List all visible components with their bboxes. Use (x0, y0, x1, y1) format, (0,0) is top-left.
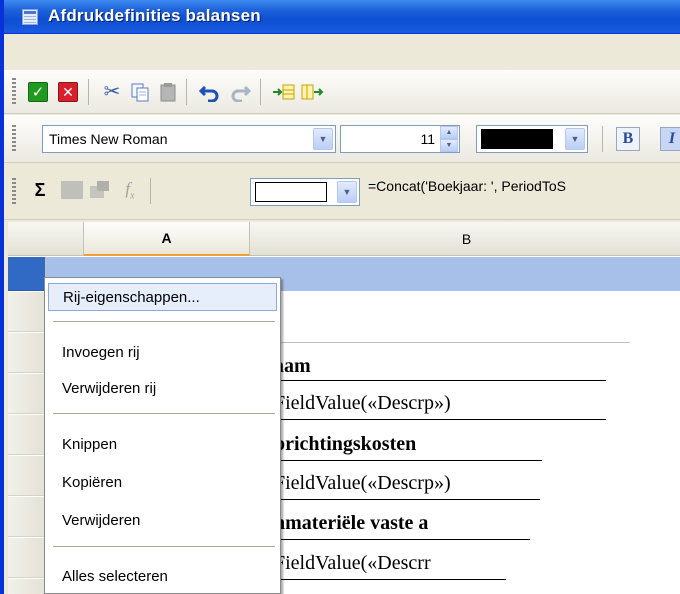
chevron-down-icon[interactable]: ▼ (313, 128, 333, 150)
row-header[interactable] (8, 497, 46, 537)
row-header-selected[interactable] (8, 257, 46, 291)
chevron-down-icon[interactable]: ▼ (565, 128, 585, 150)
row-header[interactable] (8, 579, 46, 594)
color-swatch (481, 129, 553, 149)
font-family-select[interactable]: Times New Roman ▼ (42, 125, 336, 153)
title-bar[interactable]: Afdrukdefinities balansen (4, 0, 680, 34)
row-header[interactable] (8, 292, 46, 332)
ok-button[interactable]: ✓ (26, 80, 50, 104)
print-definitions-window: Afdrukdefinities balansen ✓ ✕ ✂ Times Ne… (0, 0, 680, 594)
cell-underline (270, 539, 530, 540)
toolbar-separator (260, 79, 261, 105)
cancel-button[interactable]: ✕ (56, 80, 80, 104)
toolbar-separator (186, 79, 187, 105)
scissors-icon: ✂ (103, 81, 121, 103)
fx-sub: x (130, 190, 135, 202)
toolbar-grip[interactable] (12, 78, 16, 106)
select-all-corner[interactable] (8, 222, 84, 256)
font-family-value: Times New Roman (49, 131, 168, 147)
copy-icon (131, 83, 149, 102)
cell-text[interactable]: nmateriële vaste a (274, 512, 534, 535)
cell-underline (270, 579, 506, 580)
redo-button[interactable] (228, 80, 252, 104)
cell-text[interactable]: FieldValue(«Descrp») (274, 392, 451, 415)
close-icon: ✕ (58, 82, 78, 102)
menu-separator (53, 546, 275, 547)
redo-icon (231, 85, 251, 102)
row-header[interactable] (8, 538, 46, 578)
sum-button[interactable]: Σ (28, 178, 52, 202)
cut-button[interactable]: ✂ (100, 80, 124, 104)
main-toolbar: ✓ ✕ ✂ (4, 70, 680, 114)
window-title: Afdrukdefinities balansen (48, 6, 261, 25)
toolbar-grip[interactable] (12, 178, 16, 206)
menu-item-select-all[interactable]: Alles selecteren (48, 562, 277, 590)
cell-underline (270, 499, 540, 500)
chevron-down-icon[interactable]: ▼ (337, 181, 357, 203)
border-select[interactable]: ▼ (250, 178, 360, 206)
column-header-b[interactable]: B (250, 222, 680, 256)
menu-item-delete[interactable]: Verwijderen (48, 506, 277, 534)
menu-item-insert-row[interactable]: Invoegen rij (48, 338, 277, 366)
cell-border (270, 342, 630, 343)
fx-icon: fx (125, 179, 134, 201)
row-header[interactable] (8, 415, 46, 455)
row-header[interactable] (8, 333, 46, 373)
row-header[interactable] (8, 456, 46, 496)
font-color-select[interactable]: ▼ (476, 125, 588, 153)
cell-text[interactable]: FieldValue(«Descrr (274, 552, 506, 575)
menu-item-copy[interactable]: Kopiëren (48, 468, 277, 496)
cell-underline (270, 380, 606, 381)
menu-separator (53, 321, 275, 322)
font-size-spinner[interactable]: ▲ ▼ (440, 126, 458, 152)
merge-button[interactable] (88, 178, 112, 202)
spin-down-icon[interactable]: ▼ (440, 139, 458, 152)
menu-item-cut[interactable]: Knippen (48, 430, 277, 458)
spin-up-icon[interactable]: ▲ (440, 126, 458, 139)
cell-underline (270, 460, 542, 461)
toolbar-grip[interactable] (12, 125, 16, 153)
grid-button[interactable] (60, 178, 84, 202)
insert-row-icon (273, 84, 295, 100)
toolbar-separator (150, 178, 151, 204)
grid-icon (61, 181, 83, 199)
undo-button[interactable] (198, 80, 222, 104)
merge-cells-icon (90, 181, 109, 198)
format-toolbar: Times New Roman ▼ 11 ▲ ▼ ▼ B I (4, 115, 680, 163)
formula-toolbar: Σ fx ▼ (4, 164, 680, 220)
copy-button[interactable] (128, 80, 152, 104)
insert-column-icon (301, 84, 324, 100)
menu-separator (53, 413, 275, 414)
paste-button[interactable] (156, 80, 180, 104)
cell-text[interactable]: prichtingskosten (274, 433, 416, 456)
cell-underline (270, 419, 606, 420)
italic-button[interactable]: I (660, 127, 680, 151)
cell-text[interactable]: FieldValue(«Descrp») (274, 472, 451, 495)
menu-item-delete-row[interactable]: Verwijderen rij (48, 374, 277, 402)
toolbar-separator (88, 79, 89, 105)
column-header-a[interactable]: A (84, 222, 250, 256)
row-header[interactable] (8, 374, 46, 414)
paste-icon (160, 83, 176, 102)
border-swatch (255, 182, 327, 202)
row-context-menu: Rij-eigenschappen... Invoegen rij Verwij… (44, 277, 281, 594)
insert-column-button[interactable] (300, 80, 324, 104)
check-icon: ✓ (28, 82, 48, 102)
insert-row-button[interactable] (272, 80, 296, 104)
undo-icon (199, 85, 219, 102)
formula-input[interactable]: =Concat('Boekjaar: ', PeriodToS (368, 178, 566, 194)
toolbar-separator (602, 126, 603, 152)
menu-item-row-properties[interactable]: Rij-eigenschappen... (48, 283, 277, 311)
window-icon (22, 9, 38, 25)
bold-button[interactable]: B (616, 127, 640, 151)
function-button[interactable]: fx (118, 178, 142, 202)
